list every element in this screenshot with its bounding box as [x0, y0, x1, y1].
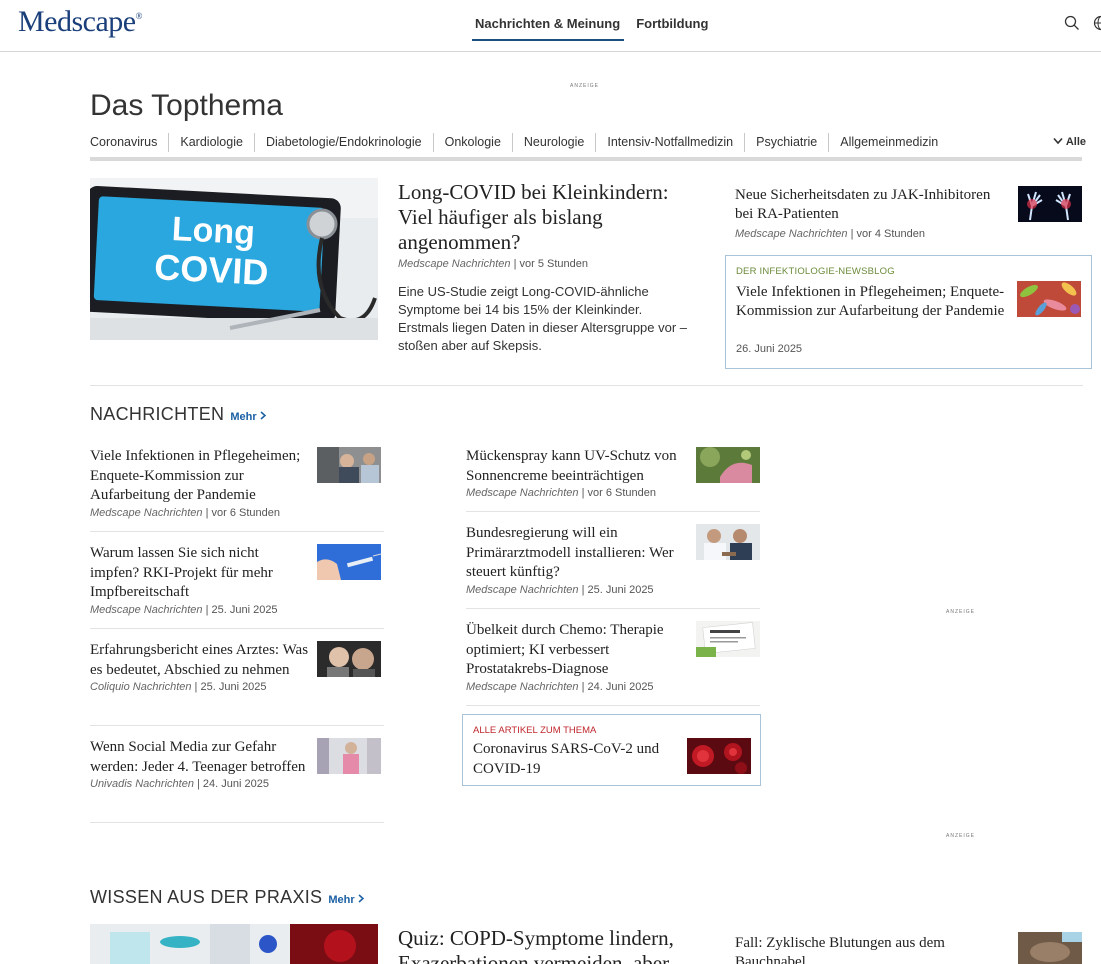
news-column-left: Viele Infektionen in Pflegeheimen; Enque… — [90, 447, 384, 823]
news-item-title[interactable]: Mückenspray kann UV-Schutz von Sonnencre… — [466, 447, 686, 486]
news-item[interactable]: Wenn Social Media zur Gefahr werden: Jed… — [90, 726, 384, 823]
hero-description: Eine US-Studie zeigt Long-COVID-ähnliche… — [398, 284, 688, 353]
topic-kardiologie[interactable]: Kardiologie — [168, 133, 254, 152]
news-thumbnail — [696, 524, 760, 560]
news-item-meta: Medscape Nachrichten | 25. Juni 2025 — [90, 603, 278, 616]
news-item[interactable]: Bundesregierung will ein Primärarztmodel… — [466, 512, 760, 609]
news-item-meta: Medscape Nachrichten | 24. Juni 2025 — [466, 680, 654, 693]
topic-neurologie[interactable]: Neurologie — [511, 133, 595, 152]
news-column-right: Mückenspray kann UV-Schutz von Sonnencre… — [466, 447, 760, 706]
news-item-meta: Coliquio Nachrichten | 25. Juni 2025 — [90, 681, 267, 693]
news-item-meta: Univadis Nachrichten | 24. Juni 2025 — [90, 778, 269, 790]
nav-nachrichten[interactable]: Nachrichten & Meinung — [472, 0, 625, 41]
ad-label: ANZEIGE — [946, 833, 975, 839]
side-article-thumbnail[interactable] — [1018, 186, 1082, 222]
nav-fortbildung[interactable]: Fortbildung — [636, 0, 708, 41]
news-thumbnail — [696, 621, 760, 657]
topic-intensiv[interactable]: Intensiv-Notfallmedizin — [595, 133, 744, 152]
topic-diabetologie[interactable]: Diabetologie/Endokrinologie — [253, 133, 433, 152]
news-item[interactable]: Mückenspray kann UV-Schutz von Sonnencre… — [466, 447, 760, 512]
hero-meta: Medscape Nachrichten | vor 5 Stunden — [398, 258, 588, 270]
blog-date: 26. Juni 2025 — [736, 343, 803, 355]
all-articles-title[interactable]: Coronavirus SARS-CoV-2 und COVID-19 — [473, 740, 663, 779]
praxis-side-thumbnail[interactable] — [1018, 932, 1082, 964]
news-item-title[interactable]: Warum lassen Sie sich nicht impfen? RKI-… — [90, 544, 310, 603]
blog-thumbnail — [1017, 281, 1081, 317]
side-article[interactable]: Neue Sicherheitsdaten zu JAK-Inhibitoren… — [735, 186, 1005, 240]
topic-nav: Coronavirus Kardiologie Diabetologie/End… — [90, 133, 1086, 161]
main-nav: Nachrichten & Meinung Fortbildung — [472, 0, 720, 52]
news-item[interactable]: Warum lassen Sie sich nicht impfen? RKI-… — [90, 532, 384, 629]
news-thumbnail — [696, 447, 760, 483]
all-articles-thumbnail — [687, 738, 751, 774]
news-item-title[interactable]: Übelkeit durch Chemo: Therapie optimiert… — [466, 621, 686, 680]
news-item-title[interactable]: Erfahrungsbericht eines Arztes: Was es b… — [90, 641, 310, 680]
all-articles-label: ALLE ARTIKEL ZUM THEMA — [473, 725, 597, 736]
divider — [90, 385, 1083, 386]
topic-coronavirus[interactable]: Coronavirus — [90, 133, 168, 152]
blog-label: DER INFEKTIOLOGIE-NEWSBLOG — [736, 266, 895, 277]
ad-label: ANZEIGE — [946, 609, 975, 615]
infektiologie-blog-card[interactable]: DER INFEKTIOLOGIE-NEWSBLOG Viele Infekti… — [725, 255, 1092, 369]
news-item-title[interactable]: Viele Infektionen in Pflegeheimen; Enque… — [90, 447, 310, 506]
svg-text:COVID: COVID — [153, 246, 269, 293]
news-thumbnail — [317, 641, 381, 677]
topic-allgemeinmedizin[interactable]: Allgemeinmedizin — [828, 133, 949, 152]
chevron-right-icon — [358, 894, 364, 903]
hero-title[interactable]: Long-COVID bei Kleinkindern: Viel häufig… — [398, 180, 698, 255]
praxis-main-title[interactable]: Quiz: COPD-Symptome lindern, Exazerbatio… — [398, 926, 708, 964]
topic-onkologie[interactable]: Onkologie — [432, 133, 512, 152]
news-item-meta: Medscape Nachrichten | vor 6 Stunden — [90, 506, 280, 519]
news-item-meta: Medscape Nachrichten | vor 6 Stunden — [466, 487, 656, 499]
topics-all-toggle[interactable]: Alle — [1053, 136, 1086, 148]
news-thumbnail — [317, 447, 381, 483]
news-item-meta: Medscape Nachrichten | 25. Juni 2025 — [466, 583, 654, 596]
topthema-heading: Das Topthema — [90, 89, 283, 122]
site-header: Medscape® Nachrichten & Meinung Fortbild… — [0, 0, 1101, 52]
praxis-side-title[interactable]: Fall: Zyklische Blutungen aus dem Bauchn… — [735, 934, 975, 964]
side-article-meta: Medscape Nachrichten | vor 4 Stunden — [735, 228, 925, 240]
medscape-logo[interactable]: Medscape® — [18, 5, 142, 39]
news-thumbnail — [317, 738, 381, 774]
praxis-heading: WISSEN AUS DER PRAXIS Mehr — [90, 887, 364, 908]
side-article-title[interactable]: Neue Sicherheitsdaten zu JAK-Inhibitoren… — [735, 186, 1005, 224]
news-item[interactable]: Viele Infektionen in Pflegeheimen; Enque… — [90, 447, 384, 532]
praxis-more-link[interactable]: Mehr — [328, 894, 364, 906]
chevron-right-icon — [260, 411, 266, 420]
nachrichten-more-link[interactable]: Mehr — [230, 411, 266, 423]
ad-label: ANZEIGE — [570, 83, 599, 89]
news-item[interactable]: Übelkeit durch Chemo: Therapie optimiert… — [466, 609, 760, 706]
chevron-down-icon — [1053, 137, 1063, 145]
all-articles-card[interactable]: ALLE ARTIKEL ZUM THEMA Coronavirus SARS-… — [462, 714, 761, 786]
news-item-title[interactable]: Bundesregierung will ein Primärarztmodel… — [466, 524, 686, 583]
news-item[interactable]: Erfahrungsbericht eines Arztes: Was es b… — [90, 629, 384, 726]
blog-title[interactable]: Viele Infektionen in Pflegeheimen; Enque… — [736, 283, 1011, 321]
hero-image[interactable]: Long COVID — [90, 178, 378, 340]
search-icon[interactable] — [1064, 15, 1080, 31]
svg-text:Long: Long — [171, 210, 256, 252]
topic-psychiatrie[interactable]: Psychiatrie — [744, 133, 828, 152]
news-thumbnail — [317, 544, 381, 580]
globe-icon[interactable] — [1093, 15, 1101, 31]
nachrichten-heading: NACHRICHTEN Mehr — [90, 404, 266, 425]
news-item-title[interactable]: Wenn Social Media zur Gefahr werden: Jed… — [90, 738, 310, 777]
praxis-image[interactable] — [90, 924, 378, 964]
